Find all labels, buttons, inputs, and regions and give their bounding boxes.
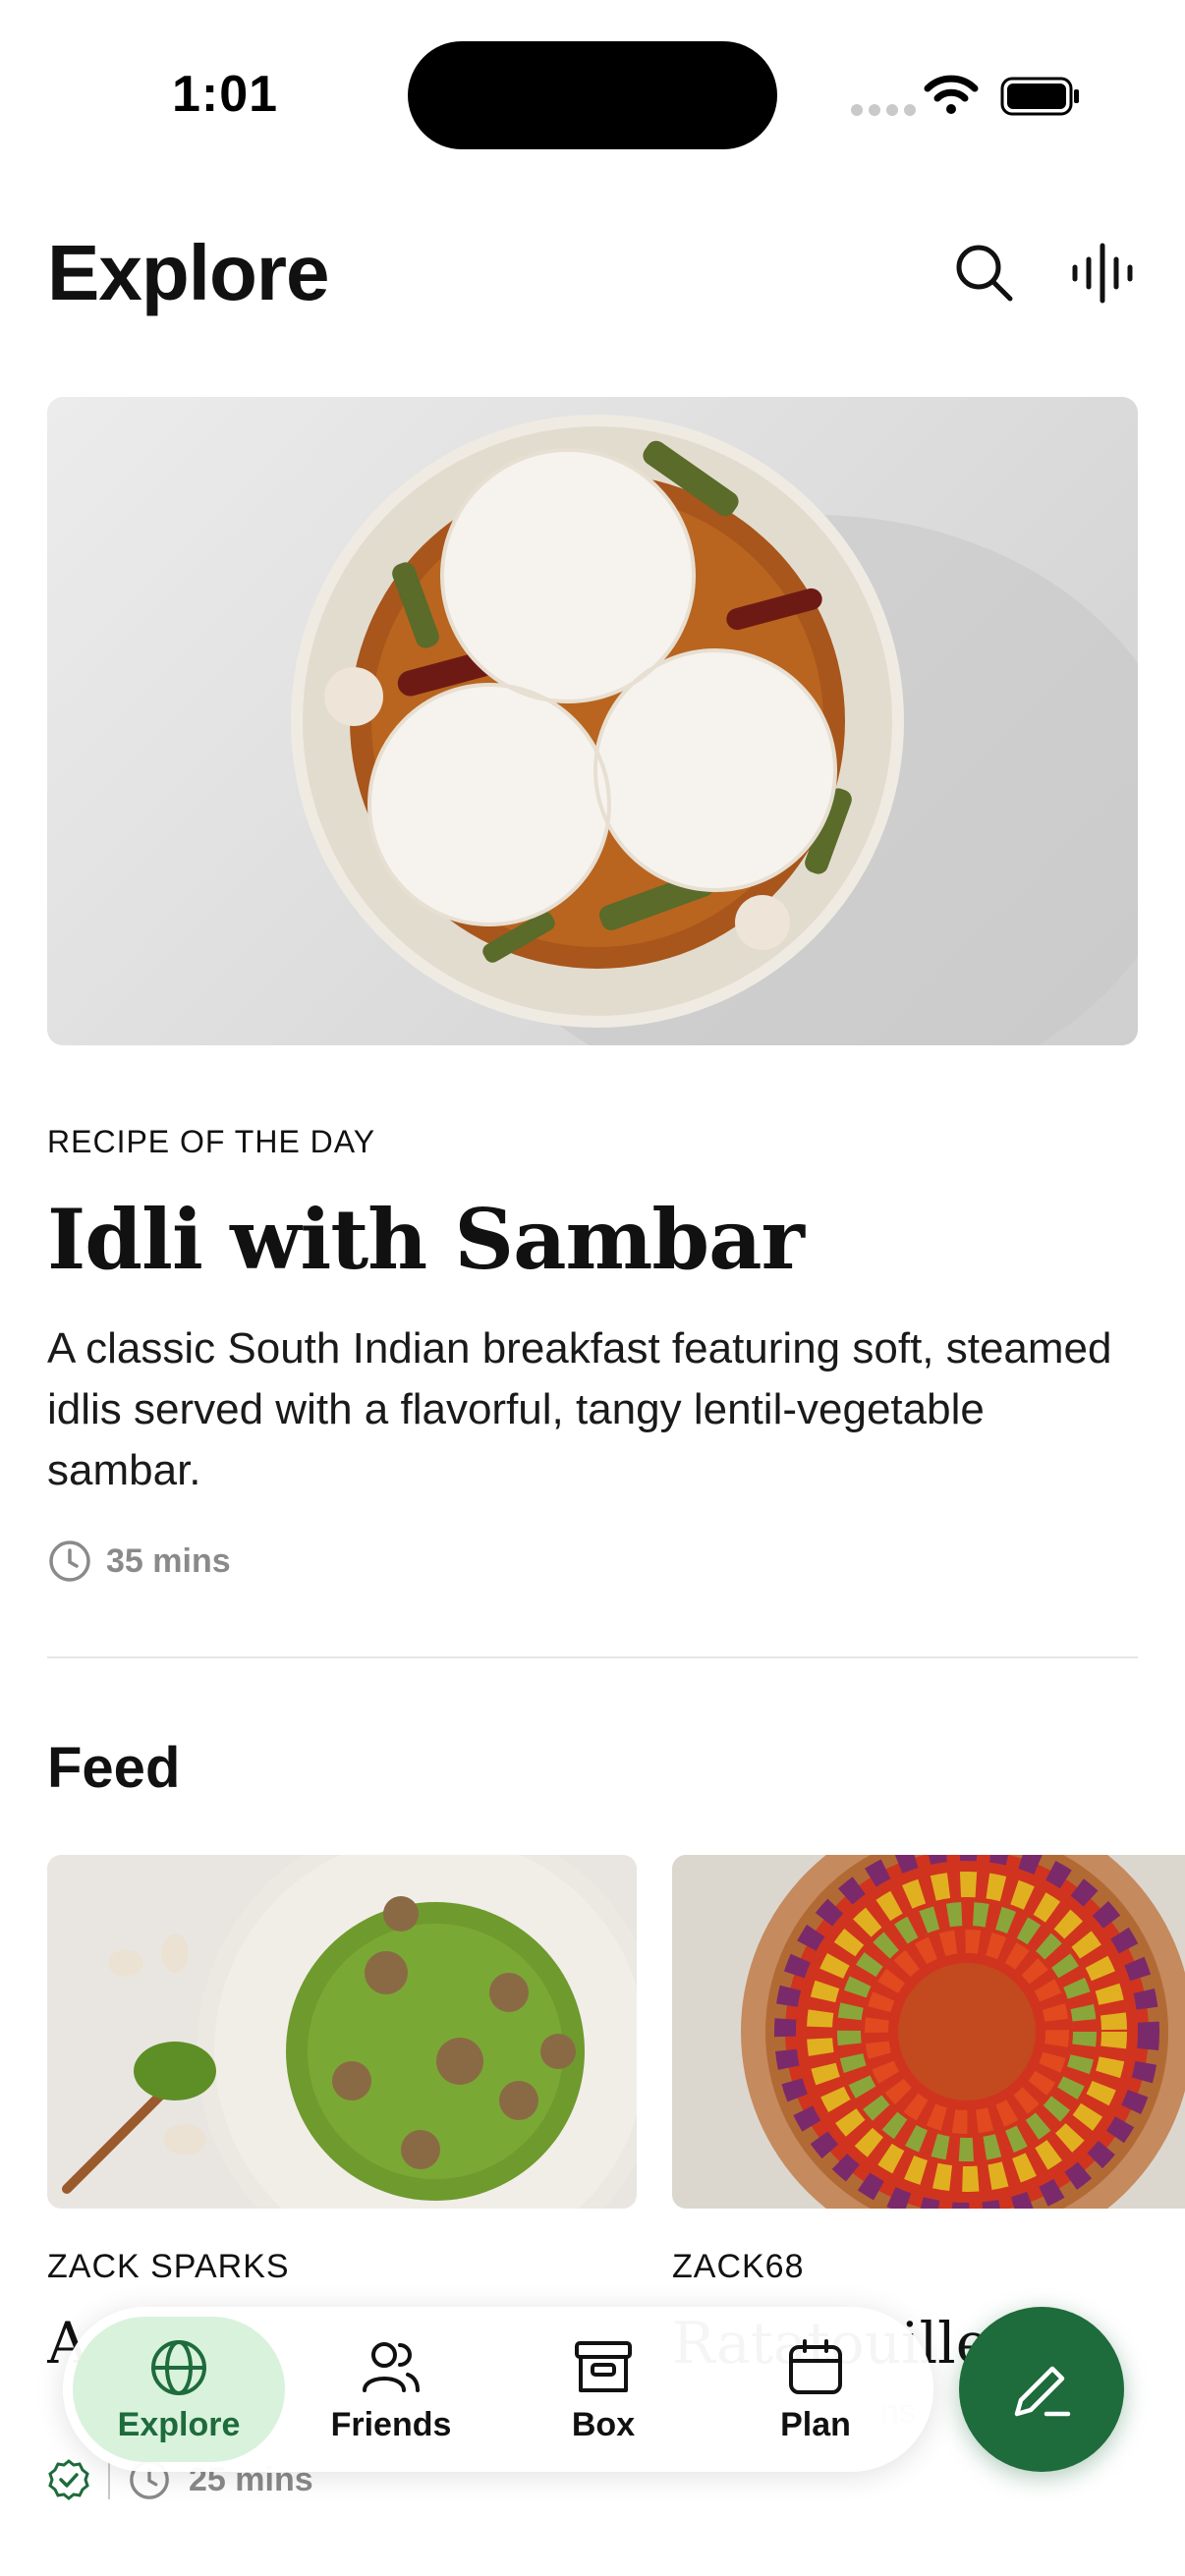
recipe-title[interactable]: Idli with Sambar	[47, 1191, 805, 1288]
pencil-icon	[1014, 2366, 1071, 2417]
feed-card-author[interactable]: ZACK68	[672, 2248, 1185, 2286]
archive-box-icon	[575, 2340, 632, 2392]
tab-label: Explore	[117, 2405, 241, 2443]
clock-icon	[49, 1540, 90, 1582]
tab-label: Box	[571, 2405, 636, 2443]
search-button[interactable]	[949, 238, 1020, 308]
feed-card-image	[47, 1855, 637, 2209]
tab-label: Friends	[330, 2405, 452, 2443]
idli-sambar-photo	[291, 415, 1138, 1045]
battery-icon	[1000, 77, 1079, 116]
tab-explore[interactable]: Explore	[73, 2317, 285, 2462]
voice-waveform-icon	[1072, 243, 1133, 304]
calendar-icon	[789, 2338, 842, 2394]
verified-check-icon	[48, 2459, 89, 2500]
meta-separator	[108, 2460, 110, 2499]
recipe-of-the-day-image[interactable]	[47, 397, 1138, 1045]
ratatouille-photo	[672, 1855, 1185, 2209]
feed-heading: Feed	[47, 1736, 181, 1800]
search-icon	[956, 245, 1013, 302]
new-post-button[interactable]	[959, 2307, 1124, 2472]
voice-search-button[interactable]	[1067, 238, 1138, 308]
tab-label: Plan	[780, 2405, 851, 2443]
section-divider	[47, 1656, 1138, 1658]
wifi-icon	[924, 75, 979, 114]
cellular-signal-icon	[851, 104, 916, 116]
feed-card-image	[672, 1855, 1185, 2209]
dynamic-island	[408, 41, 777, 149]
pesto-pasta-photo	[47, 1855, 637, 2209]
status-time: 1:01	[172, 66, 279, 123]
feed-card[interactable]: ZACK68 Ratatouille	[672, 1855, 1185, 2377]
users-icon	[363, 2341, 420, 2392]
recipe-cook-time: 35 mins	[47, 1539, 231, 1584]
tab-friends[interactable]: Friends	[285, 2317, 497, 2462]
bottom-tab-bar: Explore Friends Box Plan	[63, 2307, 933, 2472]
feed-card[interactable]: ZACK SPARKS A	[47, 1855, 637, 2377]
page-title: Explore	[47, 229, 329, 316]
feed-card-author[interactable]: ZACK SPARKS	[47, 2248, 637, 2286]
cook-time-text: 35 mins	[106, 1541, 231, 1580]
tab-plan[interactable]: Plan	[709, 2317, 922, 2462]
tab-box[interactable]: Box	[497, 2317, 709, 2462]
recipe-of-the-day-label: RECIPE OF THE DAY	[47, 1124, 376, 1159]
globe-icon	[151, 2339, 206, 2395]
recipe-description: A classic South Indian breakfast featuri…	[47, 1324, 1112, 1494]
